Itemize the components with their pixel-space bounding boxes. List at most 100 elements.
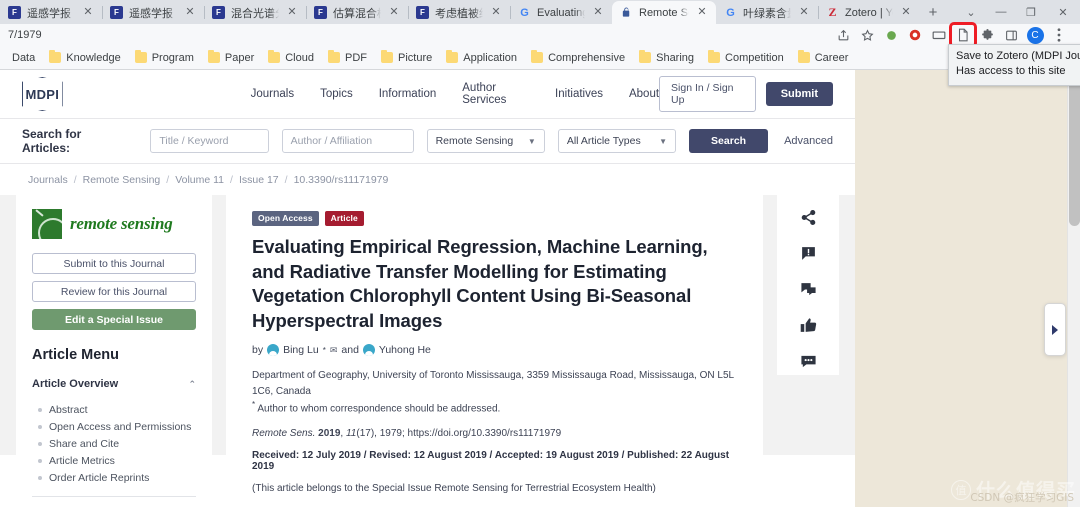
- status-badge-open-access[interactable]: Open Access: [252, 211, 319, 226]
- tab-close-icon[interactable]: ✕: [81, 6, 95, 20]
- bookmark-label: Application: [463, 52, 517, 64]
- folder-icon: [49, 52, 61, 63]
- search-keyword-input[interactable]: Title / Keyword: [150, 129, 268, 153]
- share-icon[interactable]: [800, 209, 817, 229]
- breadcrumb-journals[interactable]: Journals: [28, 174, 68, 186]
- menu-item-article-metrics[interactable]: Article Metrics: [38, 452, 196, 469]
- announcement-icon[interactable]: [800, 245, 817, 265]
- menu-item-label: Abstract: [49, 404, 88, 416]
- bookmark-item[interactable]: Sharing: [633, 50, 700, 66]
- folder-icon: [798, 52, 810, 63]
- folder-icon: [381, 52, 393, 63]
- menu-item-order-reprints[interactable]: Order Article Reprints: [38, 469, 196, 486]
- minimize-button[interactable]: —: [986, 1, 1016, 23]
- zotero-side-panel-toggle[interactable]: [1044, 303, 1066, 356]
- browser-tab[interactable]: F 考虑植被红边信 ✕: [408, 1, 510, 24]
- share-icon[interactable]: [832, 25, 854, 45]
- nav-item-information[interactable]: Information: [379, 88, 437, 100]
- three-dot-menu-icon[interactable]: [1048, 25, 1070, 45]
- article-overview-section-header[interactable]: Article Overview ⌃: [32, 375, 196, 393]
- extensions-puzzle-icon[interactable]: [880, 25, 902, 45]
- author-name-1[interactable]: Bing Lu: [283, 344, 319, 356]
- article-main: Open Access Article Evaluating Empirical…: [226, 195, 763, 455]
- browser-tab[interactable]: G 叶绿素含量 - G ✕: [716, 1, 818, 24]
- nav-item-author-services[interactable]: Author Services: [462, 82, 529, 106]
- article-type-select[interactable]: All Article Types ▼: [558, 129, 676, 153]
- comments-icon[interactable]: [800, 281, 817, 301]
- avatar[interactable]: C: [1024, 25, 1046, 45]
- tab-close-icon[interactable]: ✕: [695, 6, 709, 20]
- bookmark-item[interactable]: Knowledge: [43, 50, 126, 66]
- profile-initial: C: [1027, 27, 1044, 44]
- sign-in-button[interactable]: Sign In / Sign Up: [659, 76, 756, 112]
- menu-item-share-and-cite[interactable]: Share and Cite: [38, 435, 196, 452]
- email-icon[interactable]: ✉: [330, 345, 338, 356]
- nav-item-initiatives[interactable]: Initiatives: [555, 88, 603, 100]
- review-for-journal-button[interactable]: Review for this Journal: [32, 281, 196, 302]
- bookmark-item[interactable]: Competition: [702, 50, 790, 66]
- author-name-2[interactable]: Yuhong He: [379, 344, 431, 356]
- browser-tab[interactable]: F 估算混合植被叶 ✕: [306, 1, 408, 24]
- tab-close-icon[interactable]: ✕: [285, 6, 299, 20]
- bookmark-item[interactable]: Picture: [375, 50, 438, 66]
- tab-close-icon[interactable]: ✕: [183, 6, 197, 20]
- corresponding-star: *: [323, 346, 326, 355]
- citation-doi-link[interactable]: https://doi.org/10.3390/rs11171979: [408, 428, 562, 439]
- record-red-icon[interactable]: [904, 25, 926, 45]
- breadcrumb-remote-sensing[interactable]: Remote Sensing: [83, 174, 161, 186]
- breadcrumb-separator: /: [74, 174, 77, 186]
- browser-tab[interactable]: Z Zotero | Your p ✕: [818, 1, 920, 24]
- bookmark-item[interactable]: Cloud: [262, 50, 320, 66]
- scrollbar-thumb[interactable]: [1069, 70, 1080, 226]
- bookmark-item[interactable]: Comprehensive: [525, 50, 631, 66]
- tab-close-icon[interactable]: ✕: [797, 6, 811, 20]
- advanced-search-link[interactable]: Advanced: [784, 135, 833, 147]
- media-icon[interactable]: [928, 25, 950, 45]
- nav-item-topics[interactable]: Topics: [320, 88, 353, 100]
- bookmark-item[interactable]: Data: [6, 50, 41, 66]
- menu-item-open-access[interactable]: Open Access and Permissions: [38, 418, 196, 435]
- browser-tab[interactable]: F 遥感学报 ✕: [0, 1, 102, 24]
- browser-tab-active[interactable]: Remote Sensin ✕: [612, 1, 716, 24]
- submit-button[interactable]: Submit: [766, 82, 833, 106]
- nav-item-journals[interactable]: Journals: [251, 88, 294, 100]
- tab-search-icon[interactable]: ⌄: [956, 1, 986, 23]
- journal-logo[interactable]: remote sensing: [32, 209, 196, 239]
- maximize-button[interactable]: ❐: [1016, 1, 1046, 23]
- nav-item-about[interactable]: About: [629, 88, 659, 100]
- extensions-icon[interactable]: [976, 25, 998, 45]
- address-bar[interactable]: 7/1979: [0, 24, 1080, 46]
- journal-select[interactable]: Remote Sensing ▼: [427, 129, 545, 153]
- tab-close-icon[interactable]: ✕: [591, 6, 605, 20]
- search-author-input[interactable]: Author / Affiliation: [282, 129, 414, 153]
- new-tab-button[interactable]: +: [920, 0, 946, 24]
- special-issue-note[interactable]: (This article belongs to the Special Iss…: [252, 483, 737, 494]
- tab-close-icon[interactable]: ✕: [489, 6, 503, 20]
- bookmark-item[interactable]: Career: [792, 50, 855, 66]
- thumbs-up-icon[interactable]: [800, 317, 817, 337]
- more-dots-icon[interactable]: [800, 353, 817, 373]
- sidepanel-icon[interactable]: [1000, 25, 1022, 45]
- zotero-save-icon[interactable]: [952, 25, 974, 45]
- tab-close-icon[interactable]: ✕: [899, 6, 913, 20]
- page-scrollbar[interactable]: [1067, 70, 1080, 507]
- status-badge-article[interactable]: Article: [325, 211, 364, 226]
- breadcrumb-doi[interactable]: 10.3390/rs11171979: [294, 174, 389, 186]
- bookmark-star-icon[interactable]: [856, 25, 878, 45]
- browser-tab[interactable]: F 遥感学报 ✕: [102, 1, 204, 24]
- menu-item-abstract[interactable]: Abstract: [38, 401, 196, 418]
- edit-special-issue-button[interactable]: Edit a Special Issue: [32, 309, 196, 330]
- breadcrumb-volume[interactable]: Volume 11: [175, 174, 224, 186]
- browser-tab[interactable]: F 混合光谱分解填 ✕: [204, 1, 306, 24]
- breadcrumb-issue[interactable]: Issue 17: [239, 174, 279, 186]
- close-window-button[interactable]: ✕: [1046, 1, 1080, 23]
- submit-to-journal-button[interactable]: Submit to this Journal: [32, 253, 196, 274]
- tab-close-icon[interactable]: ✕: [387, 6, 401, 20]
- bookmark-item[interactable]: Paper: [202, 50, 260, 66]
- search-button[interactable]: Search: [689, 129, 768, 153]
- bookmark-item[interactable]: PDF: [322, 50, 373, 66]
- bookmark-item[interactable]: Application: [440, 50, 523, 66]
- bookmark-item[interactable]: Program: [129, 50, 200, 66]
- mdpi-logo[interactable]: MDPI: [22, 77, 63, 111]
- browser-tab[interactable]: G Evaluating Emp ✕: [510, 1, 612, 24]
